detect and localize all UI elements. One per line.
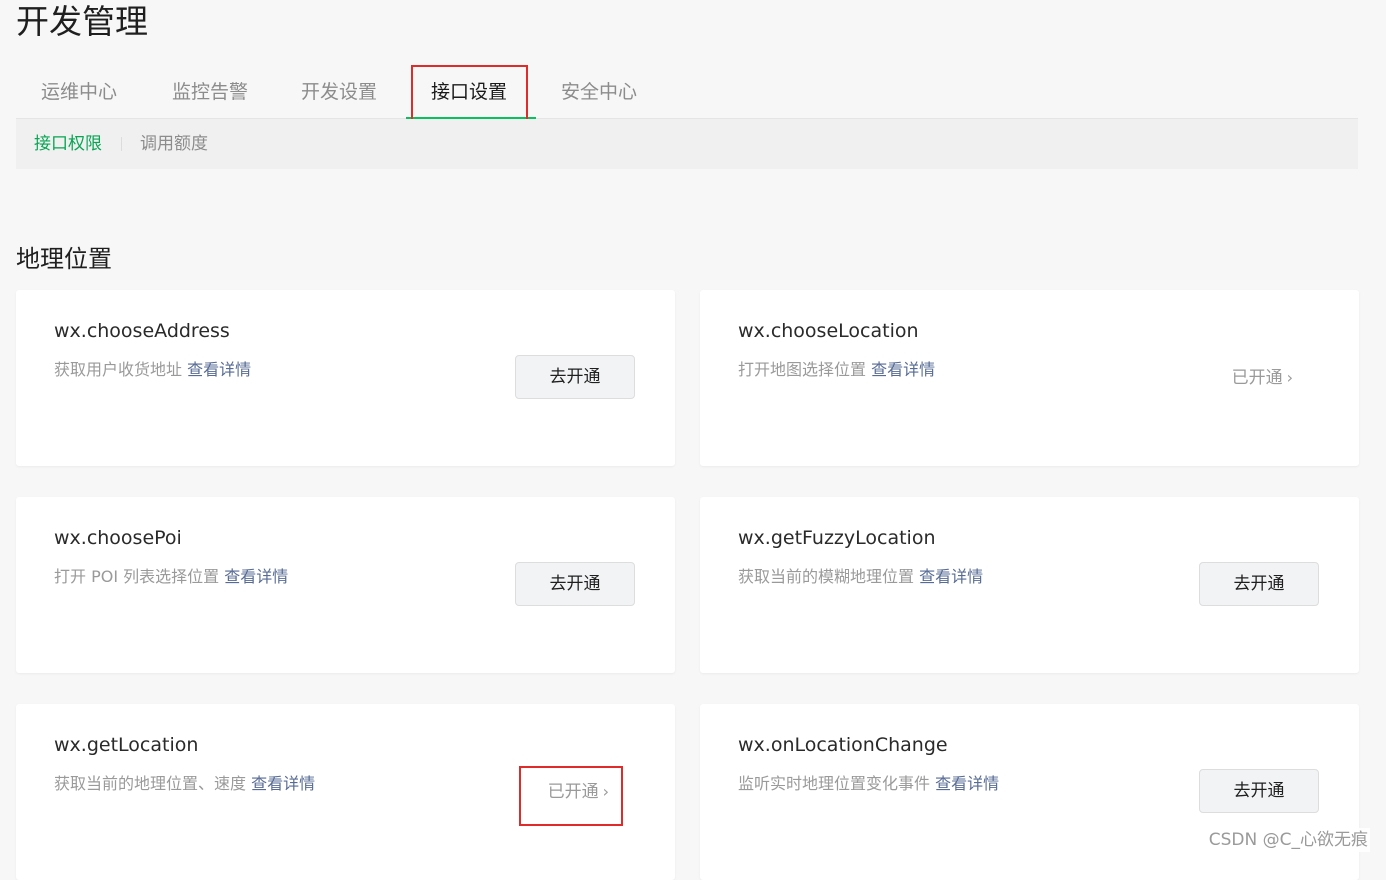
opened-status[interactable]: 已开通 ›: [1232, 366, 1293, 390]
api-description: 打开 POI 列表选择位置 查看详情: [54, 565, 288, 589]
page-title: 开发管理: [16, 2, 148, 41]
api-name: wx.getLocation: [54, 734, 199, 756]
watermark: CSDN @C_心欲无痕: [1206, 828, 1370, 852]
opened-status-label: 已开通: [1231, 368, 1283, 388]
chevron-right-icon: ›: [1286, 368, 1293, 387]
api-description: 监听实时地理位置变化事件 查看详情: [738, 772, 999, 796]
api-name: wx.chooseAddress: [54, 320, 230, 342]
api-description-text: 获取当前的地理位置、速度: [54, 774, 247, 793]
api-name: wx.choosePoi: [54, 527, 182, 549]
api-description: 获取当前的模糊地理位置 查看详情: [738, 565, 983, 589]
api-card-choose-location: wx.chooseLocation 打开地图选择位置 查看详情 已开通 ›: [700, 290, 1359, 466]
api-description-text: 获取当前的模糊地理位置: [738, 567, 915, 586]
subnav-api-permissions[interactable]: 接口权限: [34, 119, 102, 169]
highlight-box-get-location-opened: [519, 766, 623, 826]
enable-button[interactable]: 去开通: [1199, 769, 1319, 813]
api-card-on-location-change: wx.onLocationChange 监听实时地理位置变化事件 查看详情 去开…: [700, 704, 1359, 880]
enable-button[interactable]: 去开通: [515, 355, 635, 399]
tab-security-center[interactable]: 安全中心: [561, 66, 637, 118]
api-description: 获取用户收货地址 查看详情: [54, 358, 251, 382]
subnav-divider: [121, 137, 122, 151]
api-description-text: 监听实时地理位置变化事件: [738, 774, 931, 793]
section-title: 地理位置: [16, 245, 112, 273]
view-details-link[interactable]: 查看详情: [224, 567, 288, 586]
subnav-call-quota[interactable]: 调用额度: [140, 119, 208, 169]
api-name: wx.onLocationChange: [738, 734, 948, 756]
tab-ops-center[interactable]: 运维中心: [41, 66, 117, 118]
api-description: 获取当前的地理位置、速度 查看详情: [54, 772, 315, 796]
view-details-link[interactable]: 查看详情: [187, 360, 251, 379]
tab-bar: 运维中心 监控告警 开发设置 接口设置 安全中心: [16, 66, 1358, 119]
api-description-text: 打开 POI 列表选择位置: [54, 567, 220, 586]
view-details-link[interactable]: 查看详情: [935, 774, 999, 793]
api-name: wx.getFuzzyLocation: [738, 527, 936, 549]
view-details-link[interactable]: 查看详情: [919, 567, 983, 586]
api-card-choose-poi: wx.choosePoi 打开 POI 列表选择位置 查看详情 去开通: [16, 497, 675, 673]
enable-button[interactable]: 去开通: [1199, 562, 1319, 606]
api-card-get-fuzzy-location: wx.getFuzzyLocation 获取当前的模糊地理位置 查看详情 去开通: [700, 497, 1359, 673]
subnav-bar: 接口权限 调用额度: [16, 119, 1358, 169]
api-name: wx.chooseLocation: [738, 320, 919, 342]
api-description-text: 获取用户收货地址: [54, 360, 183, 379]
api-description: 打开地图选择位置 查看详情: [738, 358, 935, 382]
view-details-link[interactable]: 查看详情: [871, 360, 935, 379]
api-card-choose-address: wx.chooseAddress 获取用户收货地址 查看详情 去开通: [16, 290, 675, 466]
tab-monitoring-alerts[interactable]: 监控告警: [172, 66, 248, 118]
view-details-link[interactable]: 查看详情: [251, 774, 315, 793]
enable-button[interactable]: 去开通: [515, 562, 635, 606]
tab-dev-settings[interactable]: 开发设置: [301, 66, 377, 118]
api-description-text: 打开地图选择位置: [738, 360, 867, 379]
